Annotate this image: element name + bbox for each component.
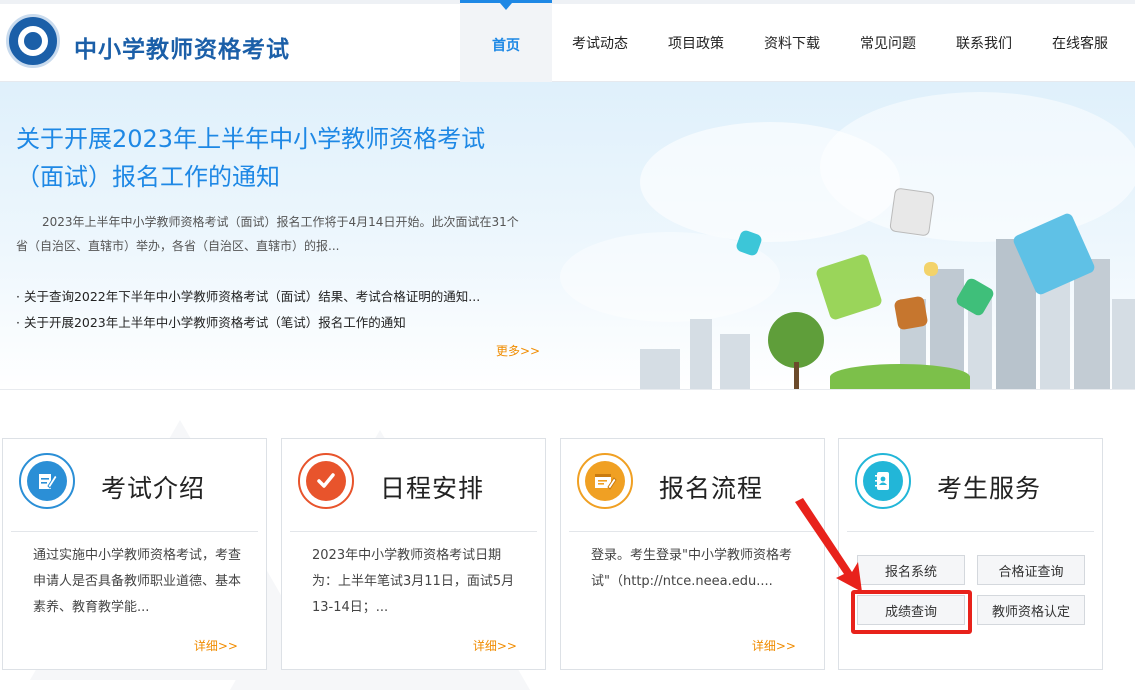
pencil-notepad-icon <box>19 453 75 509</box>
banner-news-list: 关于查询2022年下半年中小学教师资格考试（面试）结果、考试合格证明的通知...… <box>16 284 526 336</box>
nav-online-service[interactable]: 在线客服 <box>1032 0 1128 86</box>
nav-downloads[interactable]: 资料下载 <box>744 0 840 86</box>
city-building <box>1074 259 1110 389</box>
city-building <box>690 319 712 389</box>
registration-system-button[interactable]: 报名系统 <box>857 555 965 585</box>
piano-cube-icon <box>889 187 935 237</box>
logo-icon[interactable] <box>6 14 60 68</box>
contact-book-icon <box>855 453 911 509</box>
divider <box>569 531 816 532</box>
card-candidate-services: 考生服务 <box>838 438 1103 670</box>
city-building <box>720 334 750 389</box>
teacher-qualification-button[interactable]: 教师资格认定 <box>977 595 1085 625</box>
card-exam-intro: 考试介绍 通过实施中小学教师资格考试，考查申请人是否具备教师职业道德、基本素养、… <box>2 438 267 670</box>
nav-faq[interactable]: 常见问题 <box>840 0 936 86</box>
site-title[interactable]: 中小学教师资格考试 <box>74 30 290 64</box>
main-nav: 首页 考试动态 项目政策 资料下载 常见问题 联系我们 在线客服 <box>460 0 1128 86</box>
card-body: 2023年中小学教师资格考试日期为：上半年笔试3月11日，面试5月13-14日；… <box>312 548 515 615</box>
card-body: 通过实施中小学教师资格考试，考查申请人是否具备教师职业道德、基本素养、教育教学能… <box>33 548 242 615</box>
site-header: 中小学教师资格考试 首页 考试动态 项目政策 资料下载 常见问题 联系我们 在线… <box>0 0 1135 86</box>
highlight-box <box>851 590 972 634</box>
nav-contact[interactable]: 联系我们 <box>936 0 1032 86</box>
city-building <box>640 349 680 389</box>
card-detail-link[interactable]: 详细>> <box>194 637 238 654</box>
divider <box>847 531 1094 532</box>
card-detail-link[interactable]: 详细>> <box>473 637 517 654</box>
divider <box>290 531 537 532</box>
list-item[interactable]: 关于开展2023年上半年中小学教师资格考试（笔试）报名工作的通知 <box>16 310 526 336</box>
grass-hill <box>830 364 970 389</box>
tree-icon <box>768 312 824 368</box>
certificate-query-button[interactable]: 合格证查询 <box>977 555 1085 585</box>
form-edit-icon <box>577 453 633 509</box>
radio-cube-icon <box>893 295 929 331</box>
nav-policy[interactable]: 项目政策 <box>648 0 744 86</box>
list-item[interactable]: 关于查询2022年下半年中小学教师资格考试（面试）结果、考试合格证明的通知... <box>16 284 526 310</box>
divider <box>11 531 258 532</box>
card-title[interactable]: 日程安排 <box>380 469 484 505</box>
card-title[interactable]: 报名流程 <box>659 469 763 505</box>
nav-home[interactable]: 首页 <box>460 0 552 86</box>
card-title[interactable]: 考试介绍 <box>101 469 205 505</box>
cube-decoration <box>924 262 938 276</box>
cloud-decoration <box>820 92 1135 242</box>
tree-trunk <box>794 362 799 389</box>
card-schedule: 日程安排 2023年中小学教师资格考试日期为：上半年笔试3月11日，面试5月13… <box>281 438 546 670</box>
tv-cube-icon <box>814 252 884 322</box>
card-registration-flow: 报名流程 登录。考生登录"中小学教师资格考试"（http://ntce.neea… <box>560 438 825 670</box>
card-detail-link[interactable]: 详细>> <box>752 637 796 654</box>
hero-banner: 关于开展2023年上半年中小学教师资格考试（面试）报名工作的通知 2023年上半… <box>0 82 1135 390</box>
banner-summary: 2023年上半年中小学教师资格考试（面试）报名工作将于4月14日开始。此次面试在… <box>16 215 519 253</box>
city-building <box>1040 279 1070 389</box>
checkmark-icon <box>298 453 354 509</box>
nav-exam-news[interactable]: 考试动态 <box>552 0 648 86</box>
card-title[interactable]: 考生服务 <box>937 469 1041 505</box>
banner-headline[interactable]: 关于开展2023年上半年中小学教师资格考试（面试）报名工作的通知 <box>16 120 526 196</box>
city-building <box>1112 299 1135 389</box>
card-body: 登录。考生登录"中小学教师资格考试"（http://ntce.neea.edu.… <box>591 548 792 589</box>
more-news-link[interactable]: 更多>> <box>496 342 540 359</box>
